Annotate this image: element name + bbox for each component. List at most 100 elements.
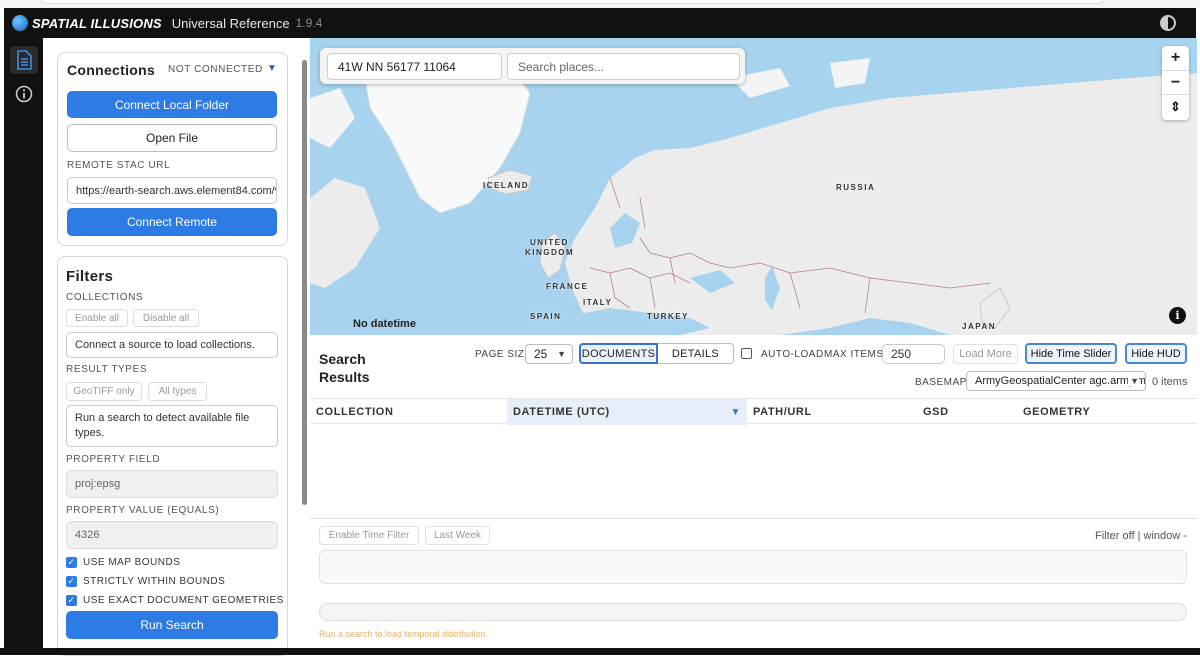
connection-status: NOT CONNECTED [168, 64, 263, 75]
map-label-italy: ITALY [583, 298, 613, 307]
results-count: 0 items [1152, 376, 1188, 388]
browser-top-strip [0, 0, 1200, 8]
address-bar[interactable] [40, 0, 1105, 4]
app-name: Universal Reference [171, 15, 290, 31]
basemap-select[interactable]: ArmyGeospatialCenter agc.army.mil ▼ [966, 371, 1146, 391]
auto-load-label: AUTO-LOAD [761, 349, 824, 360]
results-view-toggle: DOCUMENTS DETAILS [579, 343, 734, 364]
max-items-input[interactable]: 250 [882, 344, 945, 364]
exact-geometries-label: USE EXACT DOCUMENT GEOMETRIES [83, 595, 284, 606]
no-datetime-label: No datetime [353, 318, 416, 330]
tab-documents[interactable]: DOCUMENTS [579, 343, 658, 364]
enable-all-button[interactable]: Enable all [66, 309, 128, 327]
remote-stac-url-input[interactable]: https://earth-search.aws.element84.com/v… [67, 177, 277, 204]
sort-desc-icon: ▼ [730, 406, 741, 418]
basemap-value: ArmyGeospatialCenter agc.army.mil [975, 375, 1146, 387]
rail-documents-button[interactable] [10, 46, 38, 74]
connections-title: Connections [67, 62, 156, 78]
strictly-within-bounds-label: STRICTLY WITHIN BOUNDS [83, 576, 226, 587]
arctic-island-landmass [310, 88, 355, 148]
page-size-label: PAGE SIZE [475, 349, 532, 360]
connect-local-folder-button[interactable]: Connect Local Folder [67, 91, 277, 118]
contrast-icon[interactable] [1160, 15, 1176, 31]
title-bar: SPATIAL ILLUSIONS Universal Reference 1.… [4, 8, 1196, 38]
collections-list: Connect a source to load collections. [66, 332, 278, 358]
checkbox-checked-icon: ✓ [66, 576, 77, 587]
map-label-uk-line2: KINGDOM [525, 248, 575, 257]
load-more-button[interactable]: Load More [953, 344, 1018, 364]
result-types-label: RESULT TYPES [66, 364, 148, 375]
chevron-down-icon[interactable]: ▼ [267, 63, 277, 74]
compass-icon[interactable]: ⇕ [1162, 94, 1189, 118]
open-file-button[interactable]: Open File [67, 124, 277, 152]
column-collection[interactable]: COLLECTION [310, 399, 507, 425]
zoom-control: + − ⇕ [1162, 46, 1189, 120]
enable-time-filter-button[interactable]: Enable Time Filter [319, 526, 419, 545]
map-label-france: FRANCE [546, 282, 589, 291]
property-field-label: PROPERTY FIELD [66, 454, 161, 465]
document-icon [17, 50, 32, 70]
disable-all-button[interactable]: Disable all [133, 309, 199, 327]
app-version: 1.9.4 [295, 16, 323, 30]
max-items-label: MAX ITEMS [824, 349, 884, 360]
last-week-button[interactable]: Last Week [425, 526, 490, 545]
filters-title: Filters [66, 268, 114, 285]
geotiff-only-button[interactable]: GeoTIFF only [66, 382, 142, 401]
use-map-bounds-checkbox[interactable]: ✓ USE MAP BOUNDS [66, 557, 180, 568]
results-table-header: COLLECTION DATETIME (UTC) ▼ PATH/URL GSD … [310, 398, 1197, 425]
map-label-turkey: TURKEY [647, 312, 689, 321]
tab-details[interactable]: DETAILS [658, 343, 734, 364]
map-label-russia: RUSSIA [836, 183, 876, 192]
all-types-button[interactable]: All types [148, 382, 207, 401]
zoom-out-button[interactable]: − [1162, 70, 1189, 94]
hide-time-slider-button[interactable]: Hide Time Slider [1025, 343, 1117, 364]
strictly-within-bounds-checkbox[interactable]: ✓ STRICTLY WITHIN BOUNDS [66, 576, 225, 587]
result-types-list: Run a search to detect available file ty… [66, 405, 278, 447]
rail-info-button[interactable] [10, 80, 38, 108]
mgrs-coordinate-input[interactable]: 41W NN 56177 11064 [327, 53, 502, 80]
auto-load-checkbox[interactable] [741, 348, 752, 359]
map-label-iceland: ICELAND [483, 181, 530, 190]
time-filter-status: Filter off | window - [1095, 530, 1187, 542]
connect-remote-button[interactable]: Connect Remote [67, 208, 277, 236]
map-info-icon[interactable]: i [1169, 307, 1186, 324]
map-search-bar: 41W NN 56177 11064 Search places... [320, 48, 745, 84]
hide-hud-button[interactable]: Hide HUD [1125, 343, 1187, 364]
temporal-hint: Run a search to load temporal distributi… [319, 629, 489, 639]
collections-label: COLLECTIONS [66, 292, 144, 303]
brand-name: SPATIAL ILLUSIONS [32, 15, 162, 31]
page-size-select[interactable]: 25 ▼ [525, 344, 573, 364]
column-geometry[interactable]: GEOMETRY [1017, 399, 1197, 425]
canada-landmass [310, 178, 380, 288]
search-results-title: Search Results [319, 351, 370, 385]
run-search-button[interactable]: Run Search [66, 611, 278, 639]
map-label-uk-line1: UNITED [530, 238, 569, 247]
sidebar-scrollbar[interactable] [302, 60, 307, 505]
eurasia-landmass [565, 73, 1197, 335]
column-datetime[interactable]: DATETIME (UTC) ▼ [507, 399, 747, 425]
basemap-label: BASEMAP [915, 377, 967, 388]
time-range-slider[interactable] [319, 603, 1187, 621]
brand-logo-icon [12, 15, 28, 31]
left-rail [4, 38, 43, 648]
franz-josef-landmass [830, 58, 870, 88]
property-value-input[interactable]: 4326 [66, 521, 278, 549]
zoom-in-button[interactable]: + [1162, 46, 1189, 70]
column-path-url[interactable]: PATH/URL [747, 399, 917, 425]
map-label-japan: JAPAN [962, 322, 997, 331]
column-datetime-label: DATETIME (UTC) [513, 406, 610, 418]
map-label-spain: SPAIN [530, 312, 562, 321]
page-size-value: 25 [534, 347, 548, 361]
use-map-bounds-label: USE MAP BOUNDS [83, 557, 181, 568]
bottom-frame [0, 648, 1200, 655]
remote-stac-label: REMOTE STAC URL [67, 160, 171, 171]
property-value-label: PROPERTY VALUE (EQUALS) [66, 505, 220, 516]
info-icon [15, 85, 33, 103]
property-field-input[interactable]: proj:epsg [66, 470, 278, 498]
column-gsd[interactable]: GSD [917, 399, 1017, 425]
chevron-down-icon: ▼ [1128, 376, 1139, 386]
exact-geometries-checkbox[interactable]: ✓ USE EXACT DOCUMENT GEOMETRIES [66, 595, 284, 606]
search-places-input[interactable]: Search places... [507, 53, 740, 80]
checkbox-checked-icon: ✓ [66, 557, 77, 568]
temporal-histogram [319, 550, 1187, 584]
